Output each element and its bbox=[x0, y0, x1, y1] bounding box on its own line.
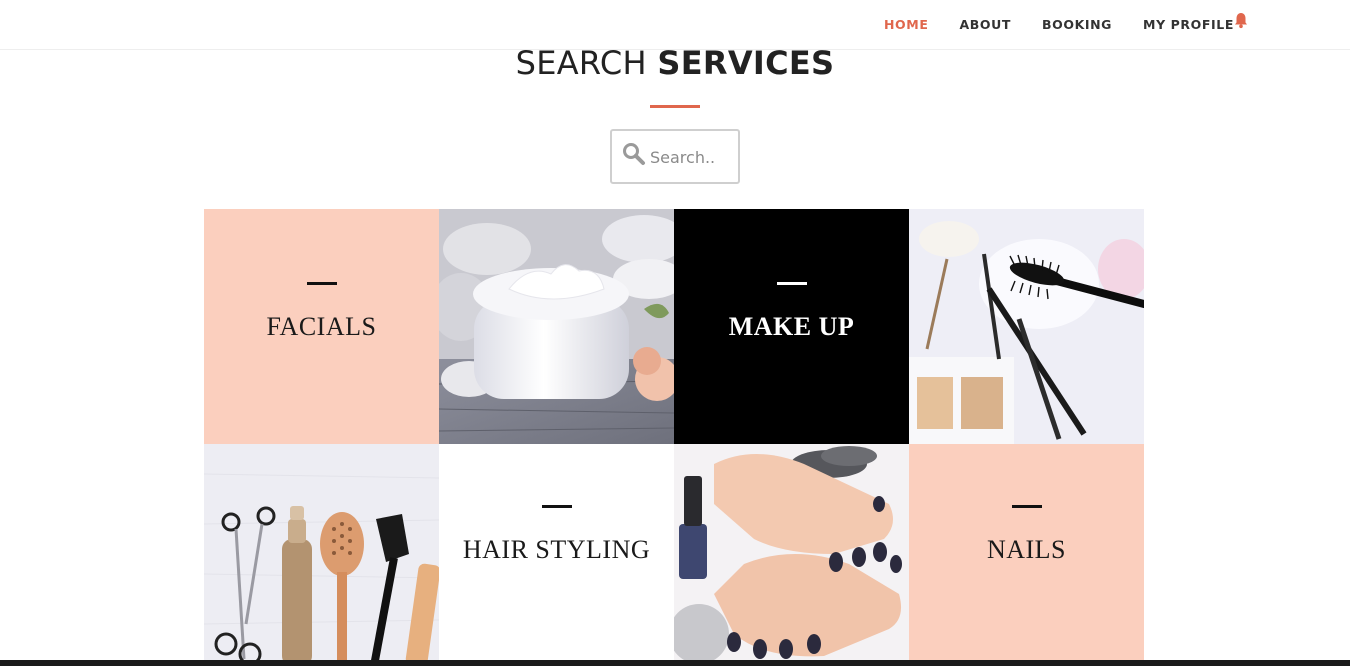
search-box[interactable] bbox=[610, 129, 740, 184]
service-tile-facials[interactable]: FACIALS bbox=[204, 209, 439, 444]
top-navbar: HOME ABOUT BOOKING MY PROFILE bbox=[0, 0, 1350, 50]
tile-dash bbox=[541, 505, 572, 508]
title-underline bbox=[650, 105, 700, 108]
service-label-nails: NAILS bbox=[986, 535, 1067, 564]
nav-item-about[interactable]: ABOUT bbox=[959, 17, 1011, 32]
service-tile-nails[interactable]: NAILS bbox=[909, 444, 1144, 666]
tile-dash bbox=[776, 281, 807, 285]
services-grid: FACIALS MAKE UP HAIR STYLING NAILS bbox=[204, 209, 1144, 666]
manicured-nails-image bbox=[674, 444, 909, 666]
service-tile-makeup[interactable]: MAKE UP bbox=[674, 209, 909, 444]
service-label-facials: FACIALS bbox=[266, 311, 377, 341]
tile-dash bbox=[306, 281, 337, 285]
nav-item-home[interactable]: HOME bbox=[884, 17, 928, 32]
hair-tools-image bbox=[204, 444, 439, 666]
face-cream-jar-image bbox=[439, 209, 674, 444]
service-tile-hair-styling[interactable]: HAIR STYLING bbox=[439, 444, 674, 666]
search-input[interactable] bbox=[650, 144, 736, 170]
bottom-border bbox=[0, 660, 1350, 666]
nav-item-my-profile[interactable]: MY PROFILE bbox=[1143, 17, 1234, 32]
tile-dash bbox=[1011, 505, 1042, 508]
search-icon bbox=[623, 143, 645, 165]
bell-icon[interactable] bbox=[1234, 12, 1248, 29]
nav-menu: HOME ABOUT BOOKING MY PROFILE bbox=[884, 17, 1265, 32]
service-label-makeup: MAKE UP bbox=[728, 311, 855, 341]
makeup-mascara-image bbox=[909, 209, 1144, 444]
service-label-hair-styling: HAIR STYLING bbox=[462, 535, 651, 564]
nav-item-booking[interactable]: BOOKING bbox=[1042, 17, 1112, 32]
